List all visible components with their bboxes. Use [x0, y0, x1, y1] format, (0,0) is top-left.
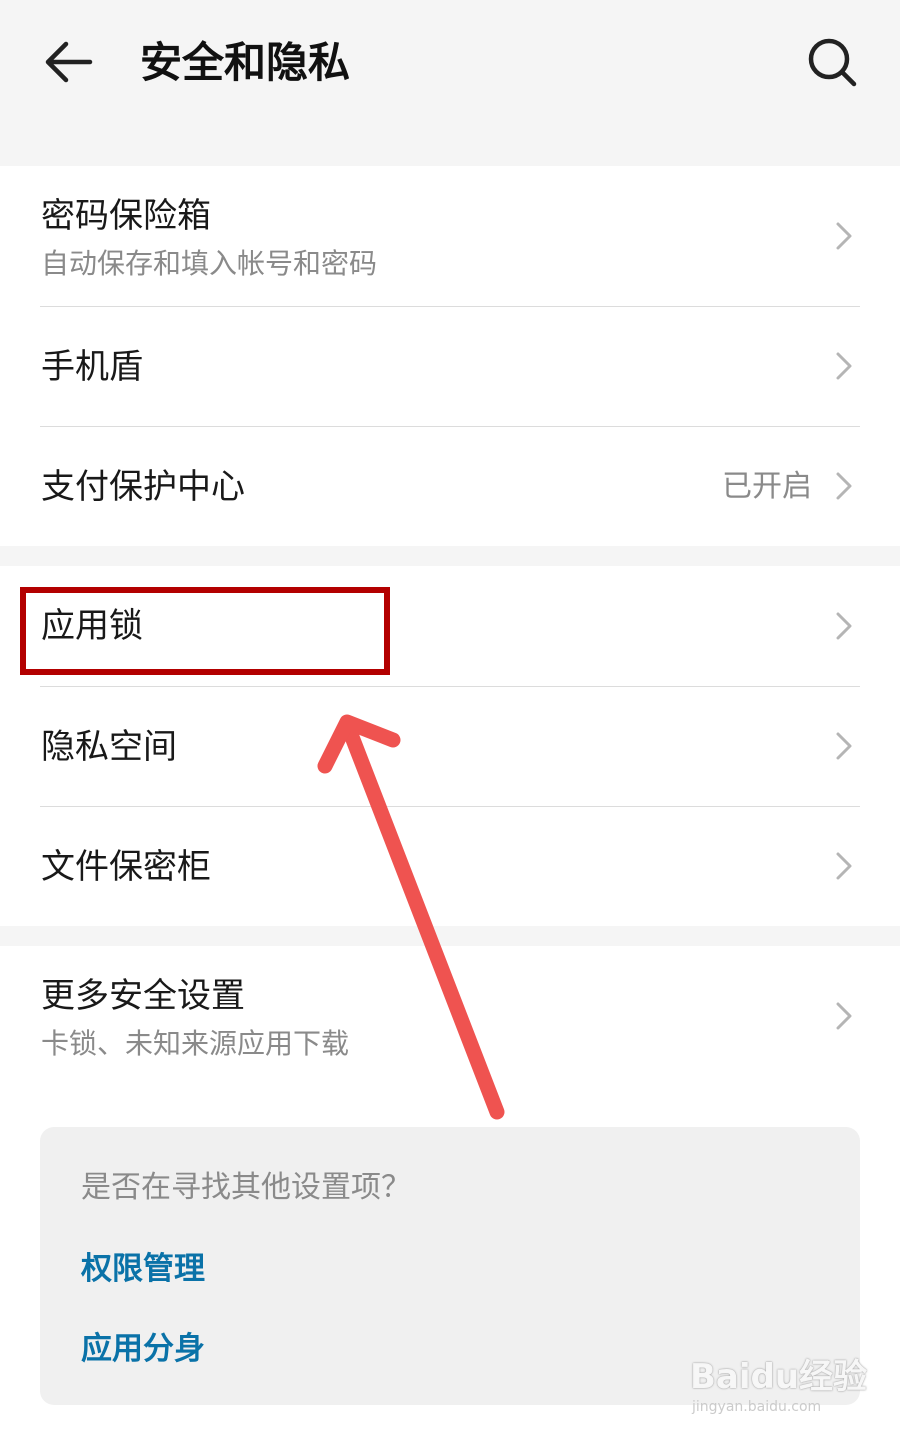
setting-item-more-security[interactable]: 更多安全设置 卡锁、未知来源应用下载: [0, 946, 900, 1070]
item-title: 更多安全设置: [41, 976, 245, 1016]
suggestions-question: 是否在寻找其他设置项？: [81, 1170, 411, 1205]
chevron-right-icon: [836, 352, 852, 380]
baidu-watermark-url: jingyan.baidu.com: [692, 1399, 822, 1415]
search-icon: [808, 38, 857, 87]
item-subtitle: 卡锁、未知来源应用下载: [41, 1027, 350, 1060]
chevron-right-icon: [836, 472, 852, 500]
baidu-watermark-logo: Baidu经验: [690, 1357, 868, 1397]
item-title: 隐私空间: [41, 727, 177, 767]
chevron-right-icon: [836, 852, 852, 880]
item-subtitle: 自动保存和填入帐号和密码: [41, 247, 378, 280]
setting-item-file-safe[interactable]: 文件保密柜: [0, 807, 900, 926]
search-button[interactable]: [800, 30, 864, 94]
setting-item-payment-protection[interactable]: 支付保护中心 已开启: [0, 427, 900, 546]
arrow-left-icon: [45, 41, 93, 83]
settings-group-more: 更多安全设置 卡锁、未知来源应用下载: [0, 946, 900, 1070]
setting-item-password-vault[interactable]: 密码保险箱 自动保存和填入帐号和密码: [0, 166, 900, 306]
chevron-right-icon: [836, 222, 852, 250]
status-value: 已开启: [722, 469, 812, 504]
item-title: 密码保险箱: [41, 196, 211, 236]
item-title: 手机盾: [41, 347, 143, 387]
item-title: 支付保护中心: [41, 467, 245, 507]
link-permission-management[interactable]: 权限管理: [81, 1247, 205, 1291]
setting-item-app-lock[interactable]: 应用锁: [0, 566, 900, 686]
setting-item-private-space[interactable]: 隐私空间: [0, 687, 900, 806]
app-header: 安全和隐私: [0, 0, 900, 122]
setting-item-phone-shield[interactable]: 手机盾: [0, 307, 900, 426]
settings-group-security: 密码保险箱 自动保存和填入帐号和密码 手机盾 支付保护中心 已开启: [0, 166, 900, 546]
item-title: 应用锁: [41, 606, 143, 646]
back-button[interactable]: [38, 30, 102, 94]
settings-group-privacy: 应用锁 隐私空间 文件保密柜: [0, 566, 900, 926]
link-app-twin[interactable]: 应用分身: [81, 1327, 205, 1371]
chevron-right-icon: [836, 612, 852, 640]
page-title: 安全和隐私: [140, 38, 351, 87]
item-title: 文件保密柜: [41, 847, 211, 887]
chevron-right-icon: [836, 1002, 852, 1030]
chevron-right-icon: [836, 732, 852, 760]
